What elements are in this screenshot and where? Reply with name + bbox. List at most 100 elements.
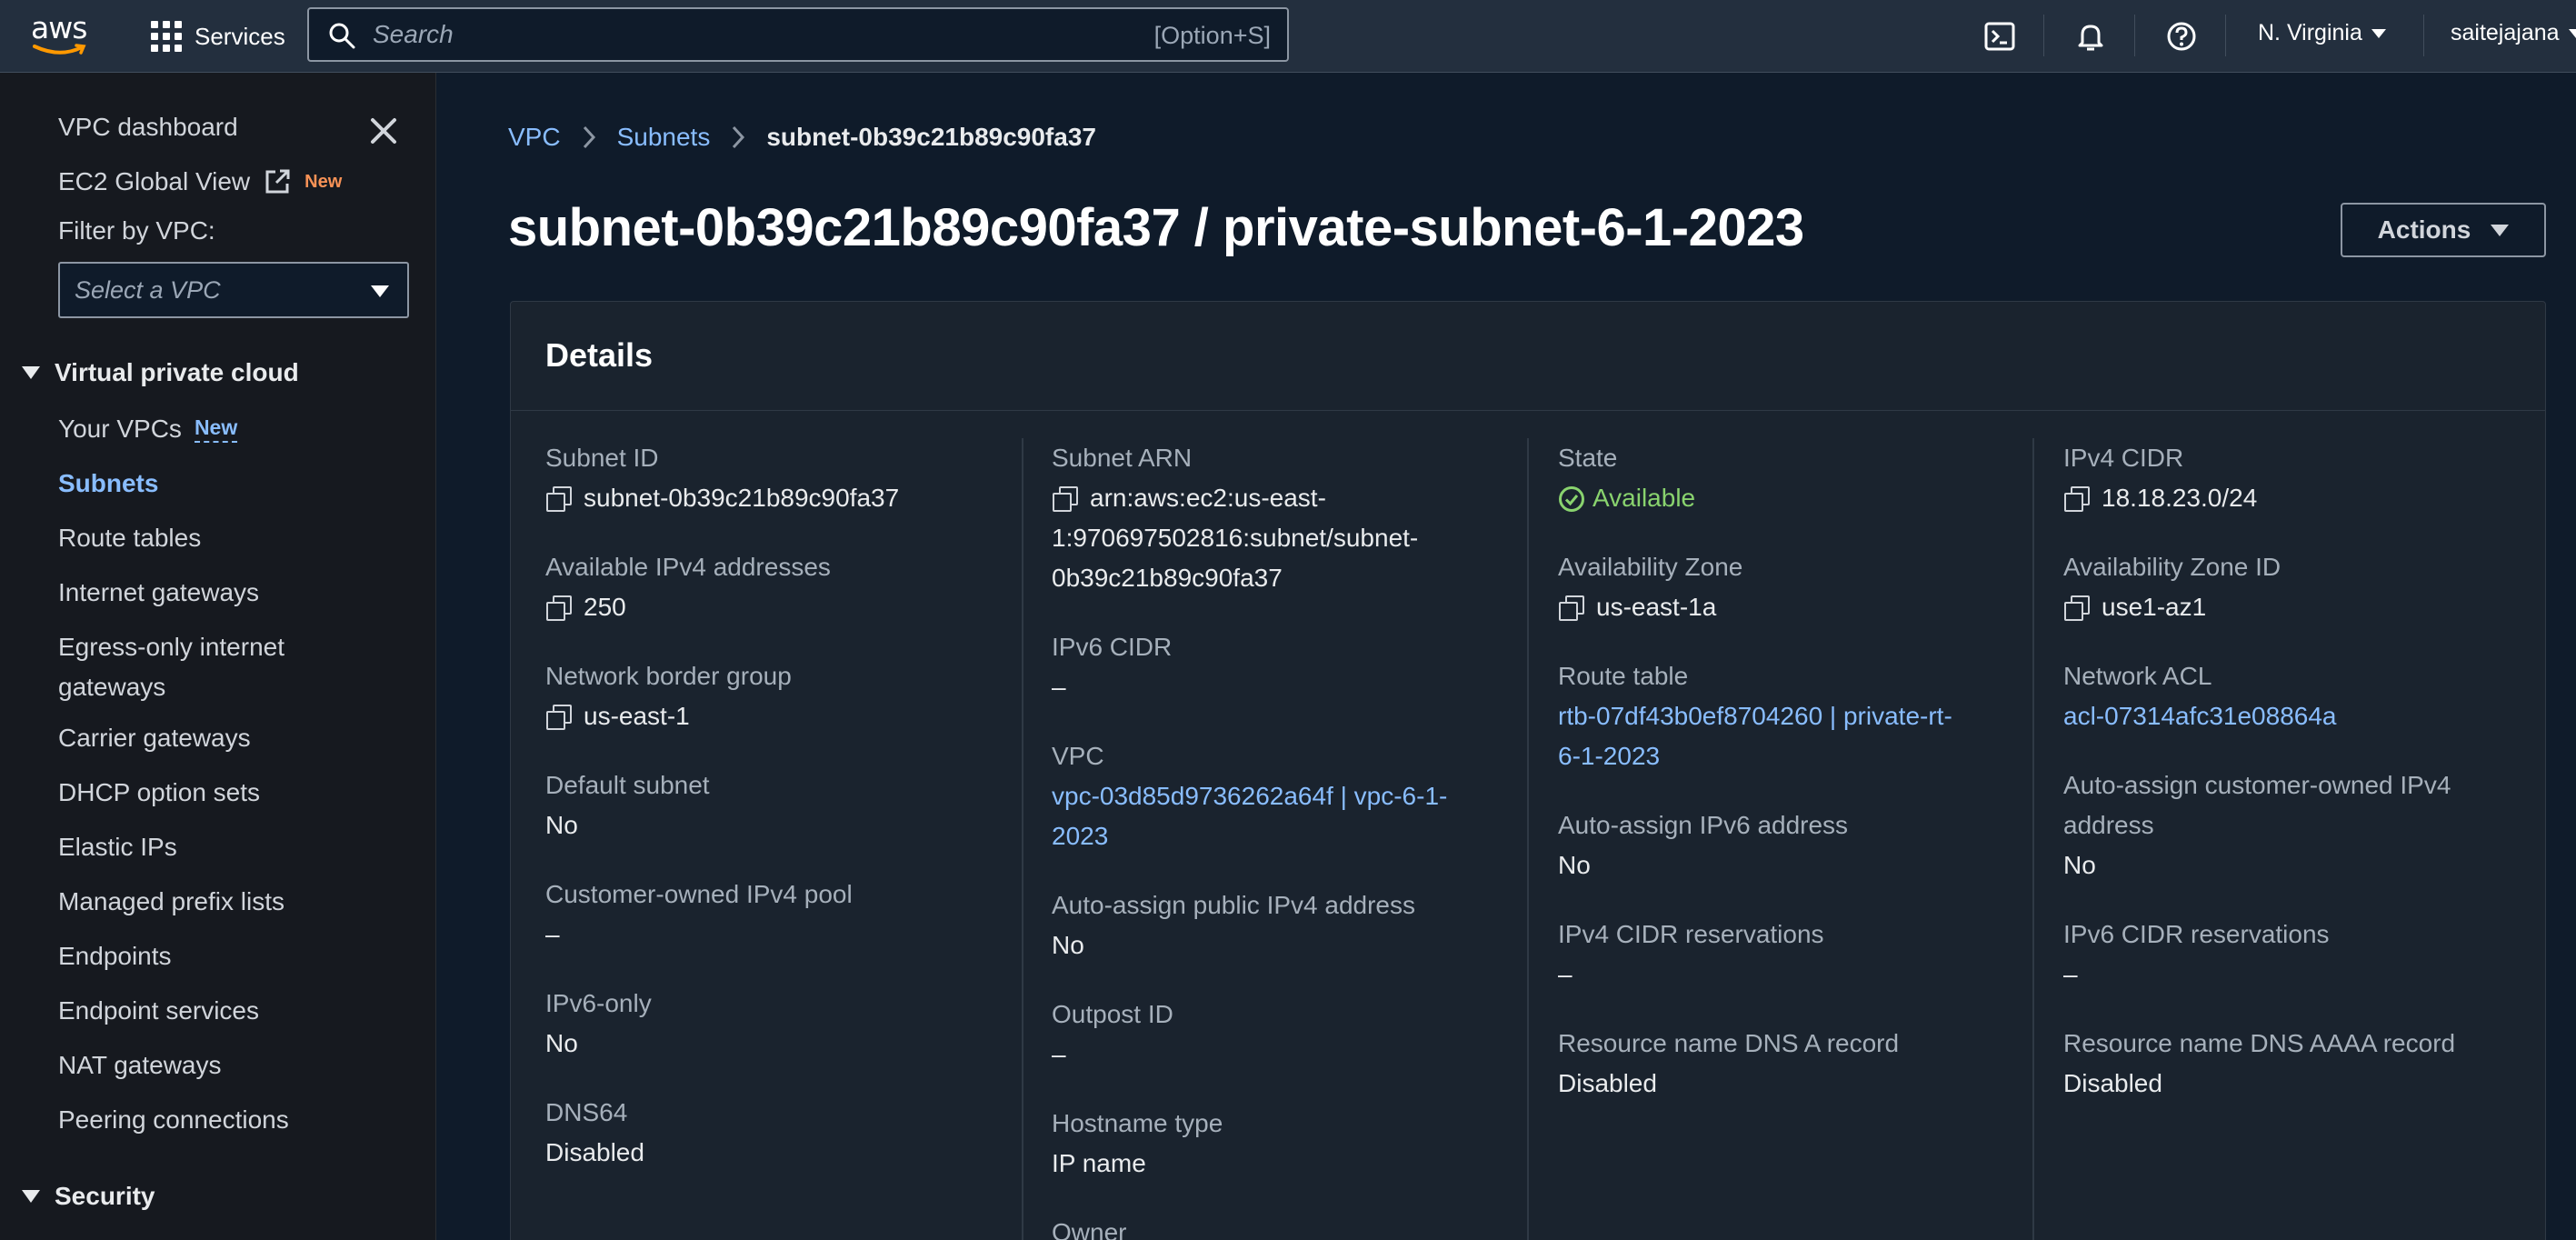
section-security[interactable]: Security bbox=[22, 1182, 155, 1211]
help-icon[interactable] bbox=[2162, 16, 2202, 56]
field-label: Subnet ID bbox=[545, 444, 659, 472]
top-navigation: aws Services [Option+S] bbox=[0, 0, 2576, 73]
field-outpost-id: Outpost ID – bbox=[1052, 995, 1524, 1075]
search-bar[interactable]: [Option+S] bbox=[307, 7, 1289, 62]
account-menu[interactable]: saitejajana bbox=[2451, 20, 2576, 46]
field-value: Disabled bbox=[2063, 1069, 2162, 1097]
vpc-link[interactable]: vpc-03d85d9736262a64f | vpc-6-1- bbox=[1052, 776, 1524, 816]
page-title: subnet-0b39c21b89c90fa37 / private-subne… bbox=[508, 198, 1804, 257]
field-value: us-east-1a bbox=[1558, 587, 2031, 627]
breadcrumb-subnets[interactable]: Subnets bbox=[617, 123, 711, 152]
field-value: No bbox=[545, 1029, 578, 1057]
field-label: IPv6 CIDR bbox=[1052, 633, 1173, 661]
field-value: No bbox=[1052, 931, 1084, 959]
nav-divider bbox=[2225, 15, 2226, 56]
vpc-filter-select[interactable]: Select a VPC bbox=[58, 262, 409, 318]
sidebar-item-carrier-gateways[interactable]: Carrier gateways bbox=[58, 724, 251, 753]
sidebar-item-vpc-dashboard[interactable]: VPC dashboard bbox=[58, 113, 238, 142]
field-value: Disabled bbox=[1558, 1069, 1657, 1097]
sidebar-item-managed-prefix-lists[interactable]: Managed prefix lists bbox=[58, 887, 285, 916]
sidebar-item-internet-gateways[interactable]: Internet gateways bbox=[58, 578, 259, 607]
breadcrumb-current: subnet-0b39c21b89c90fa37 bbox=[766, 123, 1096, 151]
search-shortcut-hint: [Option+S] bbox=[1153, 22, 1271, 49]
subnet-id-value: subnet-0b39c21b89c90fa37 bbox=[584, 484, 900, 512]
caret-down-icon bbox=[22, 366, 40, 379]
aws-logo[interactable]: aws bbox=[31, 13, 95, 56]
sidebar-item-endpoints[interactable]: Endpoints bbox=[58, 942, 172, 971]
sidebar-item-ec2-global-view[interactable]: EC2 Global View New bbox=[58, 167, 342, 196]
field-availability-zone: Availability Zone us-east-1a bbox=[1558, 547, 2031, 627]
availability-zone-value: us-east-1a bbox=[1596, 593, 1717, 621]
region-selector[interactable]: N. Virginia bbox=[2258, 20, 2386, 46]
details-column-1: Subnet ID subnet-0b39c21b89c90fa37 Avail… bbox=[545, 411, 1051, 1240]
details-panel-header: Details bbox=[511, 302, 2545, 411]
breadcrumb-vpc[interactable]: VPC bbox=[508, 123, 561, 152]
nav-divider bbox=[2134, 15, 2135, 56]
sidebar-item-egress-only-internet-gateways[interactable]: Egress-only internet bbox=[58, 633, 285, 662]
services-menu-button[interactable]: Services bbox=[151, 16, 285, 56]
field-label: Auto-assign IPv6 address bbox=[1558, 811, 1849, 839]
external-link-icon bbox=[265, 169, 290, 194]
copy-icon[interactable] bbox=[2063, 485, 2090, 512]
sidebar-navigation: VPC dashboard EC2 Global View New Filter… bbox=[0, 73, 436, 1240]
copy-icon[interactable] bbox=[545, 485, 572, 512]
caret-down-icon bbox=[22, 1190, 40, 1203]
sidebar-item-nat-gateways[interactable]: NAT gateways bbox=[58, 1051, 221, 1080]
field-ipv6-only: IPv6-only No bbox=[545, 984, 1018, 1064]
route-table-link[interactable]: rtb-07df43b0ef8704260 | private-rt- bbox=[1558, 696, 2031, 736]
details-heading: Details bbox=[545, 336, 654, 374]
caret-down-icon bbox=[2491, 224, 2510, 236]
actions-label: Actions bbox=[2377, 215, 2471, 244]
actions-button[interactable]: Actions bbox=[2341, 203, 2546, 257]
copy-icon[interactable] bbox=[2063, 595, 2090, 621]
field-value: – bbox=[2063, 960, 2078, 988]
services-grid-icon bbox=[151, 21, 182, 52]
close-icon[interactable] bbox=[365, 113, 402, 149]
sidebar-item-elastic-ips[interactable]: Elastic IPs bbox=[58, 833, 177, 862]
breadcrumb: VPC Subnets subnet-0b39c21b89c90fa37 bbox=[508, 123, 1096, 152]
field-label: Network border group bbox=[545, 662, 792, 690]
field-vpc: VPC vpc-03d85d9736262a64f | vpc-6-1- 202… bbox=[1052, 736, 1524, 856]
sidebar-item-peering-connections[interactable]: Peering connections bbox=[58, 1105, 289, 1135]
sidebar-item-subnets[interactable]: Subnets bbox=[58, 469, 158, 498]
field-ipv4-cidr-reservations: IPv4 CIDR reservations – bbox=[1558, 915, 2031, 995]
cloudshell-icon[interactable] bbox=[1980, 16, 2020, 56]
copy-icon[interactable] bbox=[1558, 595, 1584, 621]
field-label: Network ACL bbox=[2063, 662, 2212, 690]
section-virtual-private-cloud[interactable]: Virtual private cloud bbox=[22, 358, 299, 387]
sidebar-item-route-tables[interactable]: Route tables bbox=[58, 524, 201, 553]
caret-down-icon bbox=[2568, 28, 2576, 38]
field-value-continued: 1:970697502816:subnet/subnet- bbox=[1052, 524, 1419, 552]
route-table-link[interactable]: 6-1-2023 bbox=[1558, 736, 2031, 776]
copy-icon[interactable] bbox=[545, 704, 572, 730]
network-border-group-value: us-east-1 bbox=[584, 702, 690, 730]
copy-icon[interactable] bbox=[1052, 485, 1078, 512]
status-available-icon bbox=[1559, 486, 1584, 512]
field-owner: Owner bbox=[1052, 1213, 1524, 1240]
details-column-2: Subnet ARN arn:aws:ec2:us-east- 1:970697… bbox=[1052, 411, 1557, 1240]
chevron-right-icon bbox=[733, 125, 745, 149]
new-badge: New bbox=[305, 171, 343, 192]
field-dns64: DNS64 Disabled bbox=[545, 1093, 1018, 1173]
region-label: N. Virginia bbox=[2258, 20, 2362, 45]
sidebar-item-dhcp-option-sets[interactable]: DHCP option sets bbox=[58, 778, 260, 807]
field-value: use1-az1 bbox=[2063, 587, 2536, 627]
copy-icon[interactable] bbox=[545, 595, 572, 621]
field-label: Owner bbox=[1052, 1218, 1127, 1240]
sidebar-item-your-vpcs[interactable]: Your VPCs New bbox=[58, 415, 238, 444]
select-placeholder: Select a VPC bbox=[75, 276, 221, 304]
field-value: No bbox=[2063, 851, 2096, 879]
field-label: IPv4 CIDR bbox=[2063, 444, 2184, 472]
field-label-continued: address bbox=[2063, 811, 2154, 839]
sidebar-item-endpoint-services[interactable]: Endpoint services bbox=[58, 996, 259, 1025]
sidebar-item-egress-only-internet-gateways[interactable]: gateways bbox=[58, 673, 165, 702]
field-label: Auto-assign public IPv4 address bbox=[1052, 891, 1415, 919]
notifications-bell-icon[interactable] bbox=[2071, 16, 2111, 56]
field-value: – bbox=[545, 920, 560, 948]
network-acl-link[interactable]: acl-07314afc31e08864a bbox=[2063, 696, 2536, 736]
field-ipv6-cidr: IPv6 CIDR – bbox=[1052, 627, 1524, 707]
field-value: – bbox=[1052, 673, 1066, 701]
vpc-link[interactable]: 2023 bbox=[1052, 816, 1524, 856]
field-value: Disabled bbox=[545, 1138, 644, 1166]
search-input[interactable] bbox=[373, 16, 1100, 53]
